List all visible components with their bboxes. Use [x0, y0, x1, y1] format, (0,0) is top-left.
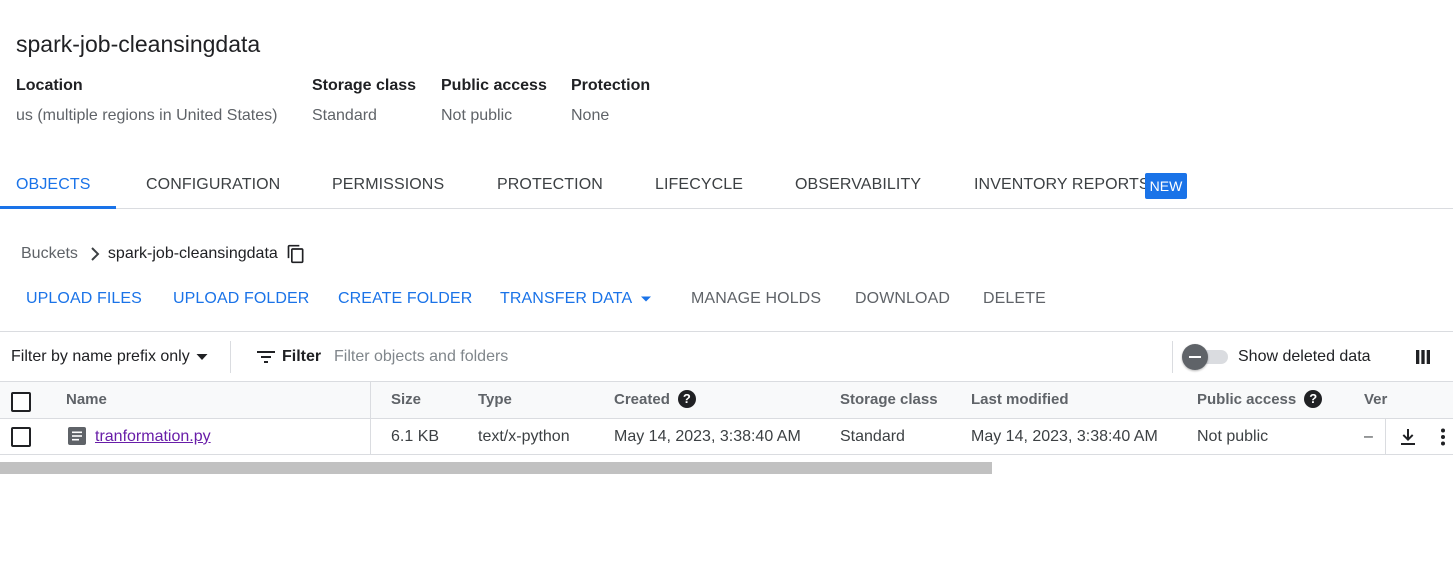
row-checkbox[interactable] — [11, 427, 31, 447]
version-cell: – — [1364, 428, 1373, 445]
meta-value: None — [571, 107, 610, 124]
breadcrumb-buckets-link[interactable]: Buckets — [21, 242, 78, 266]
arrow-drop-down-icon — [640, 287, 652, 311]
file-name-cell: tranformation.py — [95, 419, 211, 454]
delete-button[interactable]: DELETE — [983, 287, 1046, 311]
tab-lifecycle[interactable]: LIFECYCLE — [655, 162, 743, 208]
show-deleted-toggle[interactable] — [1182, 344, 1228, 370]
meta-label: Public access — [441, 77, 547, 94]
meta-value: Not public — [441, 107, 513, 124]
meta-label: Storage class — [312, 77, 417, 94]
create-folder-button[interactable]: CREATE FOLDER — [338, 287, 472, 311]
file-icon — [68, 427, 86, 445]
column-header-name[interactable]: Name — [66, 382, 107, 418]
row-actions — [1385, 419, 1453, 454]
breadcrumb-current: spark-job-cleansingdata — [107, 245, 278, 262]
download-button[interactable]: DOWNLOAD — [855, 287, 950, 311]
size-cell: 6.1 KB — [391, 428, 440, 445]
filter-bar: Filter by name prefix only Filter Show d… — [0, 331, 1453, 382]
tab-bar: OBJECTS CONFIGURATION PERMISSIONS PROTEC… — [0, 162, 1453, 209]
column-header-public-access[interactable]: Public access? — [1197, 382, 1323, 418]
last-modified-cell: May 14, 2023, 3:38:40 AM — [971, 428, 1158, 445]
column-header-version[interactable]: Ver — [1364, 382, 1387, 418]
help-icon[interactable]: ? — [677, 390, 696, 409]
tab-protection[interactable]: PROTECTION — [497, 162, 603, 208]
upload-files-button[interactable]: UPLOAD FILES — [26, 287, 142, 311]
column-header-created-label: Created — [614, 391, 670, 408]
divider — [1172, 341, 1173, 373]
active-tab-indicator — [0, 206, 116, 209]
table-header: Name Size Type Created? Storage class La… — [0, 382, 1453, 419]
table-row: tranformation.py 6.1 KB text/x-python Ma… — [0, 419, 1453, 455]
tab-permissions[interactable]: PERMISSIONS — [332, 162, 444, 208]
column-header-public-access-label: Public access — [1197, 391, 1297, 408]
filter-list-icon[interactable] — [254, 345, 278, 369]
storage-class-cell: Standard — [840, 428, 905, 445]
filter-label[interactable]: Filter — [282, 345, 321, 369]
public-access-cell: Not public — [1197, 428, 1269, 445]
tab-observability[interactable]: OBSERVABILITY — [795, 162, 921, 208]
column-header-created[interactable]: Created? — [614, 382, 696, 418]
transfer-data-label: TRANSFER DATA — [500, 290, 633, 308]
column-header-type[interactable]: Type — [478, 382, 512, 418]
meta-value: Standard — [312, 107, 377, 124]
bucket-title: spark-job-cleansingdata — [16, 31, 261, 57]
column-header-storage-class[interactable]: Storage class — [840, 382, 938, 418]
filter-prefix-select[interactable]: Filter by name prefix only — [11, 345, 208, 369]
toggle-knob — [1182, 344, 1208, 370]
type-cell: text/x-python — [478, 428, 570, 445]
download-icon[interactable] — [1396, 425, 1420, 449]
filter-prefix-label: Filter by name prefix only — [11, 348, 190, 365]
meta-location: Location us (multiple regions in United … — [16, 76, 277, 126]
meta-storage-class: Storage class Standard — [312, 76, 416, 126]
file-name-link[interactable]: tranformation.py — [95, 428, 211, 445]
column-divider — [370, 382, 371, 454]
meta-label: Location — [16, 77, 83, 94]
help-icon[interactable]: ? — [1304, 390, 1323, 409]
meta-protection: Protection None — [571, 76, 650, 126]
column-header-size[interactable]: Size — [391, 382, 421, 418]
arrow-drop-down-icon — [196, 353, 208, 361]
divider — [230, 341, 231, 373]
show-deleted-label: Show deleted data — [1238, 348, 1371, 365]
column-display-icon[interactable] — [1411, 345, 1435, 369]
filter-input[interactable] — [334, 345, 934, 369]
tab-configuration[interactable]: CONFIGURATION — [146, 162, 280, 208]
manage-holds-button[interactable]: MANAGE HOLDS — [691, 287, 821, 311]
new-badge: NEW — [1145, 173, 1187, 199]
created-cell: May 14, 2023, 3:38:40 AM — [614, 428, 801, 445]
tab-inventory-reports[interactable]: INVENTORY REPORTS — [974, 162, 1150, 208]
column-header-last-modified[interactable]: Last modified — [971, 382, 1069, 418]
breadcrumb: Buckets spark-job-cleansingdata — [21, 242, 308, 266]
chevron-right-icon — [82, 242, 106, 266]
more-vert-icon[interactable] — [1431, 425, 1453, 449]
transfer-data-button[interactable]: TRANSFER DATA — [500, 287, 652, 311]
copy-icon[interactable] — [284, 242, 308, 266]
meta-value: us (multiple regions in United States) — [16, 107, 278, 124]
meta-label: Protection — [571, 77, 651, 94]
upload-folder-button[interactable]: UPLOAD FOLDER — [173, 287, 309, 311]
tab-objects[interactable]: OBJECTS — [16, 162, 91, 208]
meta-public-access: Public access Not public — [441, 76, 547, 126]
select-all-checkbox[interactable] — [11, 392, 31, 412]
horizontal-scrollbar[interactable] — [0, 462, 992, 474]
